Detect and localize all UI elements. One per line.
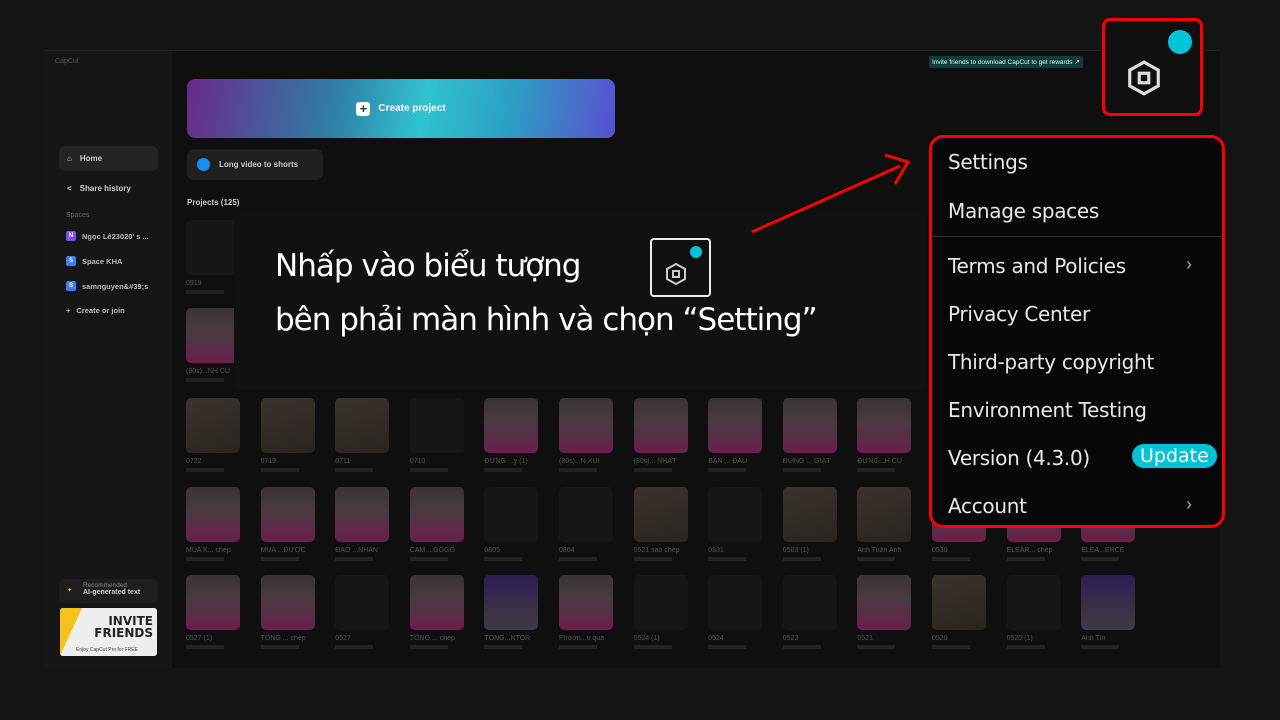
chevron-right-icon: › bbox=[1186, 494, 1192, 514]
settings-gear-button[interactable] bbox=[1102, 18, 1203, 116]
notification-dot bbox=[1168, 30, 1192, 54]
menu-item-environment-testing[interactable]: Environment Testing bbox=[948, 398, 1147, 422]
chevron-right-icon: › bbox=[1186, 254, 1192, 274]
menu-item-manage-spaces[interactable]: Manage spaces bbox=[948, 199, 1099, 223]
menu-item-terms[interactable]: Terms and Policies bbox=[948, 254, 1126, 278]
update-button[interactable]: Update bbox=[1132, 444, 1217, 468]
menu-item-privacy[interactable]: Privacy Center bbox=[948, 302, 1090, 326]
settings-menu: Settings Manage spaces Terms and Policie… bbox=[929, 135, 1225, 528]
menu-item-third-party[interactable]: Third-party copyright bbox=[948, 350, 1154, 374]
menu-item-version: Version (4.3.0) bbox=[948, 446, 1090, 470]
menu-divider bbox=[932, 236, 1222, 237]
settings-icon bbox=[1128, 60, 1160, 96]
menu-item-settings[interactable]: Settings bbox=[948, 150, 1028, 174]
menu-item-account[interactable]: Account bbox=[948, 494, 1027, 518]
